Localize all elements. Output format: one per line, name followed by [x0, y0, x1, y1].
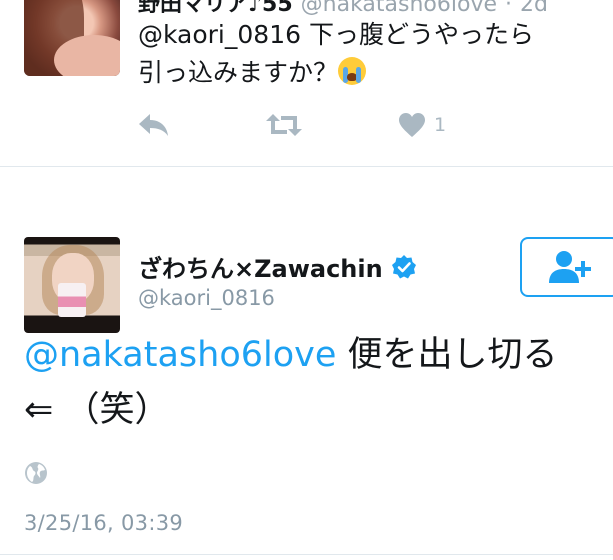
- retweet-button[interactable]: [265, 112, 303, 138]
- main-tweet-handle[interactable]: @kaori_0816: [138, 286, 275, 310]
- heart-icon: [399, 113, 425, 137]
- previous-tweet-display-name[interactable]: 野田マリア♪55: [138, 0, 293, 17]
- separator-dot: ·: [505, 0, 513, 17]
- retweet-icon: [266, 114, 302, 136]
- globe-icon: [25, 462, 47, 484]
- follow-button[interactable]: [520, 237, 613, 297]
- reply-button[interactable]: [138, 112, 170, 138]
- crying-face-emoji-icon: [338, 57, 367, 85]
- main-tweet-text: @nakatasho6love 便を出し切る ⇐ （笑）: [24, 328, 604, 438]
- main-tweet-text-line2: ⇐ （笑）: [24, 390, 170, 430]
- previous-tweet-text: @kaori_0816 下っ腹どうやったら 引っ込みますか？: [138, 16, 598, 92]
- previous-tweet-text-line2: 引っ込みますか？: [138, 58, 339, 87]
- tweet-divider: [0, 166, 613, 167]
- previous-tweet-text-line1: @kaori_0816 下っ腹どうやったら: [138, 20, 534, 49]
- main-tweet-text-line1: @nakatasho6love 便を出し切る: [24, 328, 604, 383]
- tweet-timestamp: 3/25/16, 03:39: [24, 511, 184, 535]
- follow-user-icon: [549, 251, 591, 283]
- main-tweet-display-name[interactable]: ざわちん×Zawachin: [138, 249, 383, 284]
- main-tweet-text-rest: 便を出し切る: [336, 335, 558, 375]
- bottom-divider: [0, 554, 613, 555]
- reply-icon: [139, 114, 168, 136]
- previous-tweet-handle[interactable]: @nakatasho6love: [301, 0, 497, 17]
- previous-tweet-text-line2-wrap: 引っ込みますか？: [138, 54, 598, 92]
- previous-tweet[interactable]: 野田マリア♪55 @nakatasho6love · 2d @kaori_0816 下…: [0, 0, 613, 166]
- verified-badge-icon: [391, 254, 417, 280]
- like-count: 1: [434, 114, 447, 136]
- like-button[interactable]: 1: [398, 112, 446, 138]
- mention-link[interactable]: @nakatasho6love: [24, 335, 336, 375]
- main-tweet-avatar[interactable]: [24, 237, 120, 333]
- previous-tweet-time: 2d: [520, 0, 548, 17]
- main-tweet-name-row: ざわちん×Zawachin: [138, 249, 417, 284]
- avatar-cup: [58, 283, 86, 317]
- previous-tweet-avatar[interactable]: [24, 0, 120, 76]
